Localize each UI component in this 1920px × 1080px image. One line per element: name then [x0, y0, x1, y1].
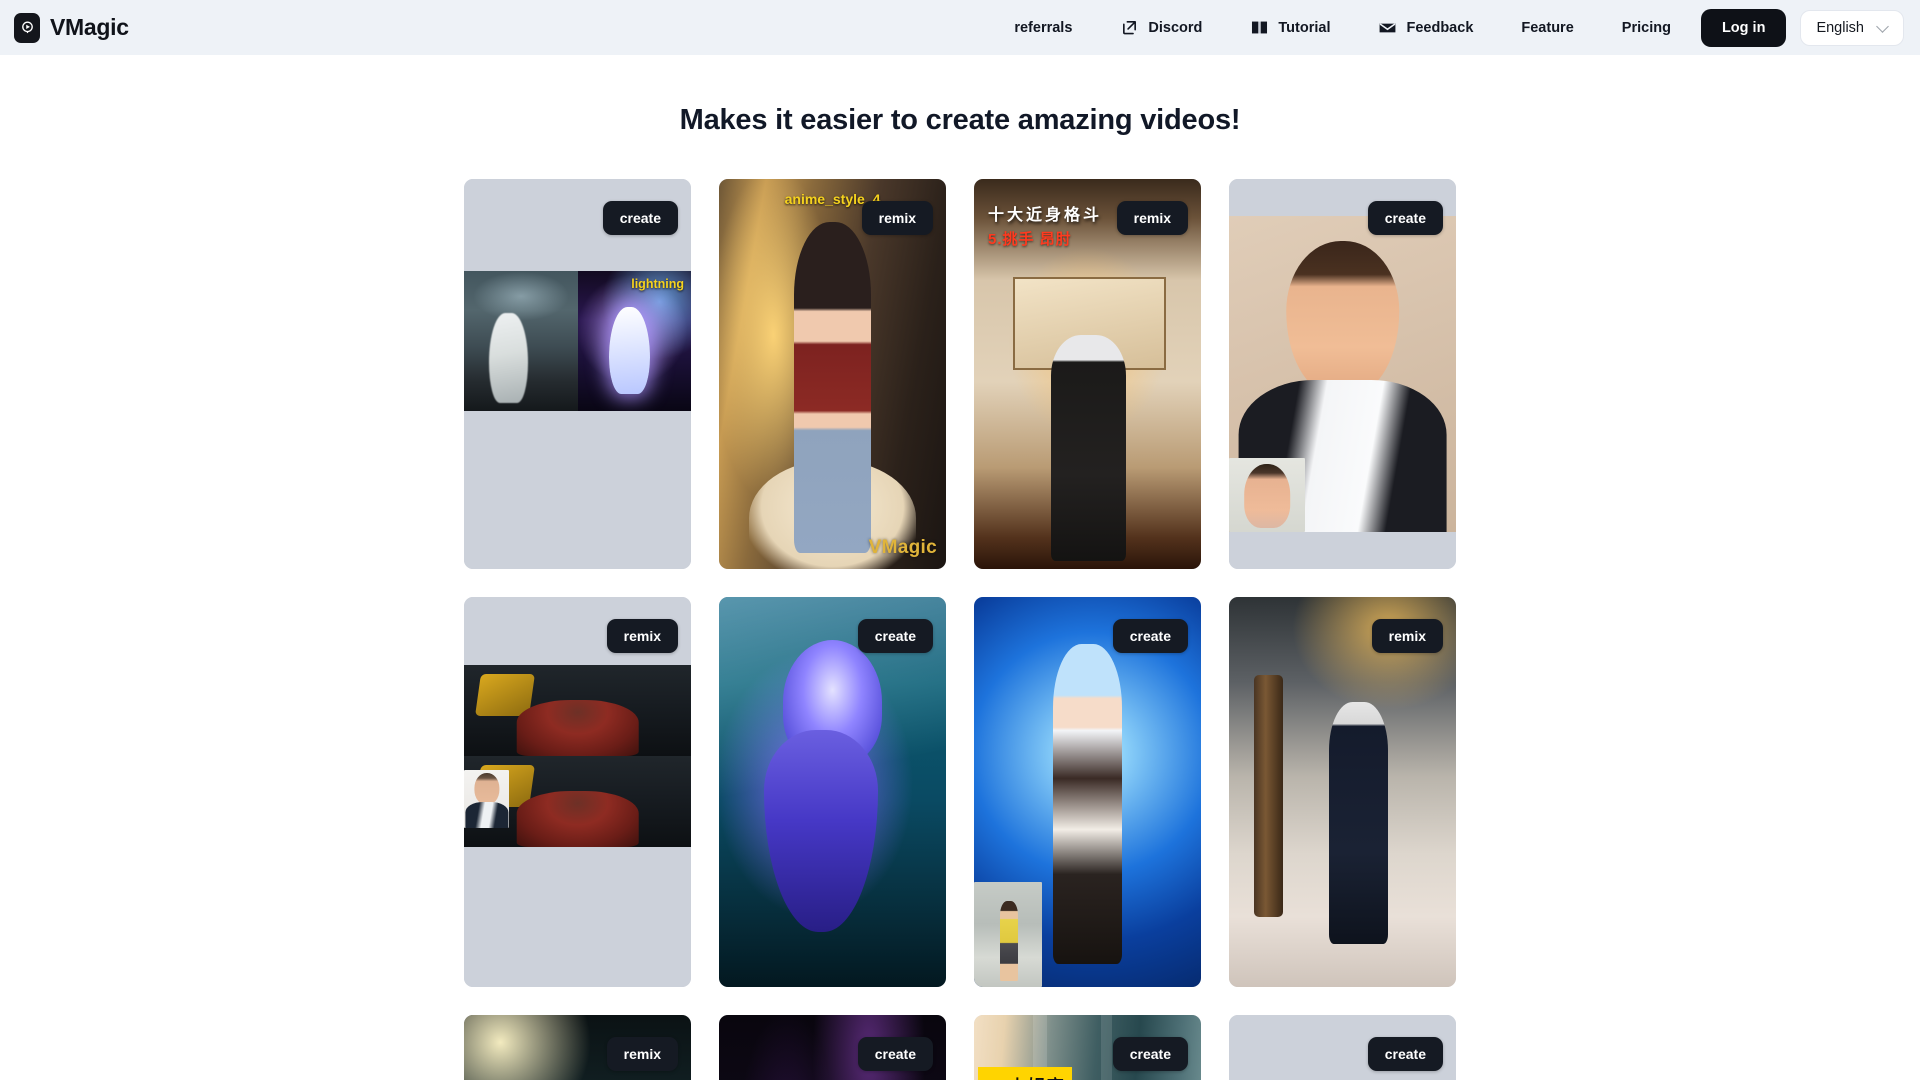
nav-discord[interactable]: Discord	[1096, 10, 1226, 45]
nav-links: referrals Discord Tutorial Feedback Feat…	[990, 8, 1904, 47]
card-action-button[interactable]: create	[857, 619, 933, 653]
card-action-button[interactable]: remix	[606, 1037, 678, 1071]
video-card[interactable]: remix	[1229, 597, 1456, 987]
picture-in-picture-thumbnail	[1229, 458, 1305, 532]
card-media: 十大近身格斗 5.挑手 昂肘	[974, 179, 1201, 569]
book-icon	[1250, 18, 1269, 37]
card-action-button[interactable]: create	[1112, 619, 1188, 653]
card-action-button[interactable]: create	[1367, 201, 1443, 235]
language-selector-value: English	[1816, 19, 1864, 36]
card-thumbnail	[719, 179, 946, 569]
video-card[interactable]: 3. 山姆高 create	[974, 1015, 1201, 1080]
before-after-strip: lightning	[464, 271, 691, 411]
video-card[interactable]: create	[1229, 1015, 1456, 1080]
page-title: Makes it easier to create amazing videos…	[679, 104, 1241, 136]
nav-tutorial-label: Tutorial	[1278, 19, 1331, 36]
card-media: anime_style_4 VMagic	[719, 179, 946, 569]
nav-referrals[interactable]: referrals	[990, 12, 1096, 44]
card-media: lightning	[464, 179, 691, 569]
before-thumbnail	[464, 271, 578, 411]
nav-discord-label: Discord	[1148, 19, 1203, 36]
nav-feature[interactable]: Feature	[1497, 12, 1597, 44]
video-card[interactable]: remix	[464, 597, 691, 987]
card-media	[1229, 179, 1456, 569]
main-content: Makes it easier to create amazing videos…	[0, 104, 1920, 1080]
nav-pricing-label: Pricing	[1621, 19, 1671, 36]
video-card[interactable]: create	[1229, 179, 1456, 569]
after-thumbnail: lightning	[577, 271, 691, 411]
card-action-button[interactable]: create	[857, 1037, 933, 1071]
picture-in-picture-thumbnail	[464, 770, 509, 828]
video-card[interactable]: anime_style_4 VMagic remix	[719, 179, 946, 569]
video-card[interactable]: VMagic create	[719, 597, 946, 987]
card-action-button[interactable]: create	[602, 201, 678, 235]
card-media	[464, 597, 691, 987]
card-overlay-banner: 3. 山姆高	[978, 1067, 1072, 1080]
video-card[interactable]: 十大近身格斗 5.挑手 昂肘 remix	[974, 179, 1201, 569]
video-card[interactable]: create	[974, 597, 1201, 987]
language-selector[interactable]: English	[1800, 9, 1904, 46]
nav-pricing[interactable]: Pricing	[1598, 12, 1695, 44]
card-thumbnail	[974, 179, 1201, 569]
play-video-logo-icon	[14, 12, 40, 43]
nav-feedback-label: Feedback	[1406, 19, 1474, 36]
brand-name: VMagic	[50, 14, 129, 40]
card-media	[974, 597, 1201, 987]
video-card[interactable]: lightning create	[464, 179, 691, 569]
chevron-down-icon	[1877, 21, 1890, 34]
card-thumbnail	[1229, 597, 1456, 987]
picture-in-picture-thumbnail	[974, 882, 1042, 987]
card-action-button[interactable]: remix	[606, 619, 678, 653]
envelope-icon	[1378, 18, 1397, 37]
top-navigation-bar: VMagic referrals Discord Tutorial Feedba…	[0, 0, 1920, 55]
video-card[interactable]: remix	[464, 1015, 691, 1080]
card-thumbnail	[719, 597, 946, 987]
external-link-icon	[1120, 18, 1139, 37]
nav-referrals-label: referrals	[1014, 19, 1073, 36]
card-action-button[interactable]: create	[1367, 1037, 1443, 1071]
login-button[interactable]: Log in	[1700, 8, 1787, 47]
card-media	[1229, 597, 1456, 987]
card-action-button[interactable]: create	[1112, 1037, 1188, 1071]
card-action-button[interactable]: remix	[861, 201, 933, 235]
before-thumbnail	[464, 665, 691, 756]
nav-feature-label: Feature	[1521, 19, 1574, 36]
nav-tutorial[interactable]: Tutorial	[1226, 10, 1354, 45]
nav-feedback[interactable]: Feedback	[1354, 10, 1497, 45]
card-action-button[interactable]: remix	[1116, 201, 1188, 235]
brand-logo-link[interactable]: VMagic	[14, 12, 129, 43]
video-card-grid: lightning create anime_style_4 VMagic re…	[464, 179, 1456, 1080]
card-action-button[interactable]: remix	[1371, 619, 1443, 653]
card-media: VMagic	[719, 597, 946, 987]
video-card[interactable]: create	[719, 1015, 946, 1080]
